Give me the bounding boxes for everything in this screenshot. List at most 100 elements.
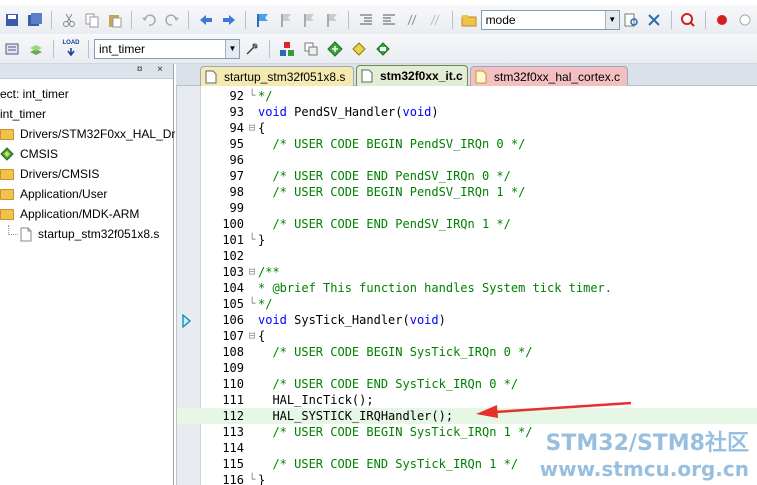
fold-toggle-icon[interactable]: ⊟ (246, 264, 258, 280)
indent-icon[interactable] (356, 10, 375, 30)
tree-item-label: Drivers/STM32F0xx_HAL_Driv (20, 127, 185, 141)
incremental-find-icon[interactable] (645, 10, 664, 30)
uncomment-icon[interactable] (426, 10, 445, 30)
code-line[interactable]: 105 └ */ (177, 296, 757, 312)
watermark-url: www.stmcu.org.cn (539, 457, 749, 481)
code-line[interactable]: 104 * @brief This function handles System… (177, 280, 757, 296)
code-line[interactable]: 110 /* USER CODE END SysTick_IRQn 0 */ (177, 376, 757, 392)
line-number: 108 (222, 345, 244, 359)
toolbar-separator (131, 10, 133, 29)
line-number: 92 (229, 89, 244, 103)
tree-item-startup-file[interactable]: startup_stm32f051x8.s (8, 224, 159, 244)
manage-components-icon[interactable] (277, 39, 297, 59)
code-line[interactable]: 92 └ */ (177, 88, 757, 104)
tab-startup[interactable]: startup_stm32f051x8.s (200, 66, 354, 86)
code-line[interactable]: 112 HAL_SYSTICK_IRQHandler(); (177, 408, 757, 424)
copy-icon[interactable] (82, 10, 101, 30)
code-text: */ (258, 89, 273, 103)
fold-line: └ (248, 297, 256, 310)
nav-forward-icon[interactable] (219, 10, 238, 30)
unindent-icon[interactable] (379, 10, 398, 30)
code-line[interactable]: 108 /* USER CODE BEGIN SysTick_IRQn 0 */ (177, 344, 757, 360)
code-editor[interactable]: 92 └ */93 void PendSV_Handler(void) 94 ⊟{95 /… (176, 86, 757, 485)
fold-toggle-icon[interactable]: ⊟ (246, 120, 258, 136)
comment-icon[interactable] (402, 10, 421, 30)
bookmark-prev-icon[interactable] (276, 10, 295, 30)
tree-item-drivers-cmsis[interactable]: Drivers/CMSIS (0, 164, 99, 184)
fold-toggle-icon[interactable]: ⊟ (246, 328, 258, 344)
pack-installer-icon[interactable] (349, 39, 369, 59)
tree-item-drivers-hal[interactable]: Drivers/STM32F0xx_HAL_Driv (0, 124, 184, 144)
redo-icon[interactable] (162, 10, 181, 30)
save-icon[interactable] (2, 10, 21, 30)
file-icon (20, 227, 32, 242)
pack-update-icon[interactable] (373, 39, 393, 59)
chevron-down-icon[interactable]: ▼ (225, 39, 239, 58)
fold-line: └ (248, 89, 256, 102)
find-in-files-icon[interactable] (622, 10, 641, 30)
line-number: 113 (222, 425, 244, 439)
load-icon[interactable]: LOAD (61, 39, 81, 59)
select-pack-icon[interactable] (325, 39, 345, 59)
target-node[interactable]: int_timer (0, 104, 46, 124)
bookmark-next-icon[interactable] (299, 10, 318, 30)
code-line[interactable]: 101 └} (177, 232, 757, 248)
code-line[interactable]: 99 (177, 200, 757, 216)
code-line[interactable]: 96 (177, 152, 757, 168)
bookmark-icon[interactable] (253, 10, 272, 30)
cut-icon[interactable] (59, 10, 78, 30)
save-all-icon[interactable] (25, 10, 44, 30)
code-line[interactable]: 98 /* USER CODE BEGIN PendSV_IRQn 1 */ (177, 184, 757, 200)
disabled-breakpoint-icon[interactable] (736, 10, 755, 30)
code-line[interactable]: 97 /* USER CODE END PendSV_IRQn 0 */ (177, 168, 757, 184)
line-number: 115 (222, 457, 244, 471)
undo-icon[interactable] (139, 10, 158, 30)
tab-hal-cortex[interactable]: stm32f0xx_hal_cortex.c (470, 66, 628, 86)
bookmark-clear-icon[interactable] (322, 10, 341, 30)
code-line[interactable]: 107 ⊟{ (177, 328, 757, 344)
project-root[interactable]: ect: int_timer (0, 84, 69, 104)
tab-stm32f0xx-it[interactable]: stm32f0xx_it.c (356, 65, 468, 86)
line-number: 106 (222, 313, 244, 327)
code-line[interactable]: 94 ⊟{ (177, 120, 757, 136)
paste-icon[interactable] (105, 10, 124, 30)
code-line[interactable]: 93 void PendSV_Handler(void) (177, 104, 757, 120)
target-combo[interactable]: int_timer ▼ (94, 38, 240, 59)
panel-pin-close-buttons[interactable]: ¤ × (137, 64, 169, 75)
line-number: 99 (229, 201, 244, 215)
nav-back-icon[interactable] (196, 10, 215, 30)
code-text: void SysTick_Handler(void) (258, 313, 446, 327)
components-icon[interactable] (301, 39, 321, 59)
project-root-label: ect: int_timer (0, 87, 69, 101)
code-line[interactable]: 95 /* USER CODE BEGIN PendSV_IRQn 0 */ (177, 136, 757, 152)
chevron-down-icon[interactable]: ▼ (604, 10, 619, 29)
open-folder-icon[interactable] (460, 10, 479, 30)
fold-line: └ (248, 473, 256, 485)
mode-combo[interactable]: mode ▼ (480, 9, 620, 30)
toolbar-separator (670, 10, 672, 29)
toolbar-separator (188, 10, 190, 29)
line-number: 112 (222, 409, 244, 423)
tree-item-application-user[interactable]: Application/User (0, 184, 107, 204)
toolbar-separator (704, 10, 706, 29)
code-line[interactable]: 103 ⊟/** (177, 264, 757, 280)
line-number: 95 (229, 137, 244, 151)
line-number: 104 (222, 281, 244, 295)
batch-build-icon[interactable] (2, 39, 22, 59)
tree-item-cmsis[interactable]: CMSIS (0, 144, 58, 164)
target-options-icon[interactable] (242, 39, 262, 59)
code-line[interactable]: 102 (177, 248, 757, 264)
code-text: } (258, 473, 266, 485)
line-number: 97 (229, 169, 244, 183)
code-line[interactable]: 111 HAL_IncTick(); (177, 392, 757, 408)
breakpoint-icon[interactable] (713, 10, 732, 30)
tab-label: startup_stm32f051x8.s (224, 69, 346, 84)
debug-session-icon[interactable] (679, 10, 698, 30)
rebuild-icon[interactable] (26, 39, 46, 59)
code-line[interactable]: 109 (177, 360, 757, 376)
tree-item-application-mdk-arm[interactable]: Application/MDK-ARM (0, 204, 139, 224)
folder-icon (0, 208, 14, 220)
code-line[interactable]: 106 void SysTick_Handler(void) (177, 312, 757, 328)
code-line[interactable]: 100 /* USER CODE END PendSV_IRQn 1 */ (177, 216, 757, 232)
code-text: HAL_IncTick(); (258, 393, 374, 407)
